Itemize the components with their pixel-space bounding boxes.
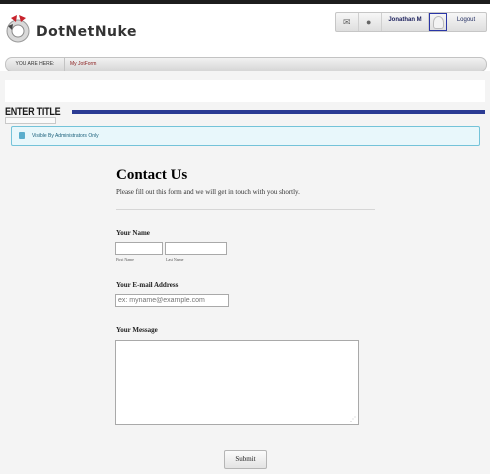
content-band <box>5 80 485 102</box>
dnn-logo-icon <box>6 15 30 43</box>
messages-button[interactable]: ✉ <box>336 13 359 31</box>
last-name-sublabel: Last Name <box>166 257 184 262</box>
avatar-button[interactable] <box>429 13 447 31</box>
logo-text: DotNetNuke <box>36 24 137 40</box>
first-name-input[interactable] <box>115 242 163 255</box>
submit-button[interactable]: Submit <box>224 450 267 469</box>
email-input[interactable] <box>115 294 229 307</box>
form-subtitle: Please fill out this form and we will ge… <box>116 188 300 196</box>
form-divider <box>116 209 375 210</box>
info-circle-icon: ● <box>366 17 372 27</box>
message-textarea[interactable]: ⋰ <box>115 340 359 425</box>
logout-label: Logout <box>456 17 476 23</box>
admin-visibility-notice: Visible By Administrators Only <box>11 126 480 146</box>
form-title: Contact Us <box>116 167 188 183</box>
breadcrumb-label: YOU ARE HERE: <box>6 58 65 71</box>
user-profile-link[interactable]: Jonathan M <box>382 13 429 31</box>
title-rule <box>72 110 485 114</box>
breadcrumb-link[interactable]: My JotForm <box>70 58 96 71</box>
user-name: Jonathan M <box>388 17 422 23</box>
user-avatar-icon <box>433 16 444 29</box>
breadcrumb: YOU ARE HERE: My JotForm <box>5 57 487 72</box>
notifications-button[interactable]: ● <box>359 13 382 31</box>
info-icon <box>19 132 25 139</box>
site-logo[interactable]: DotNetNuke <box>5 12 150 48</box>
message-label: Your Message <box>116 326 158 334</box>
module-actions-handle[interactable] <box>5 117 56 124</box>
name-label: Your Name <box>116 229 150 237</box>
email-label: Your E-mail Address <box>116 281 179 289</box>
resize-grip-icon[interactable]: ⋰ <box>350 416 356 423</box>
notice-text: Visible By Administrators Only <box>32 133 99 139</box>
top-bar <box>0 0 490 4</box>
logout-button[interactable]: Logout <box>447 13 485 31</box>
last-name-input[interactable] <box>165 242 227 255</box>
first-name-sublabel: First Name <box>116 257 134 262</box>
user-control-panel: ✉ ● Jonathan M Logout <box>335 12 487 32</box>
envelope-icon: ✉ <box>343 17 351 27</box>
contact-form: Contact Us Please fill out this form and… <box>108 150 380 470</box>
